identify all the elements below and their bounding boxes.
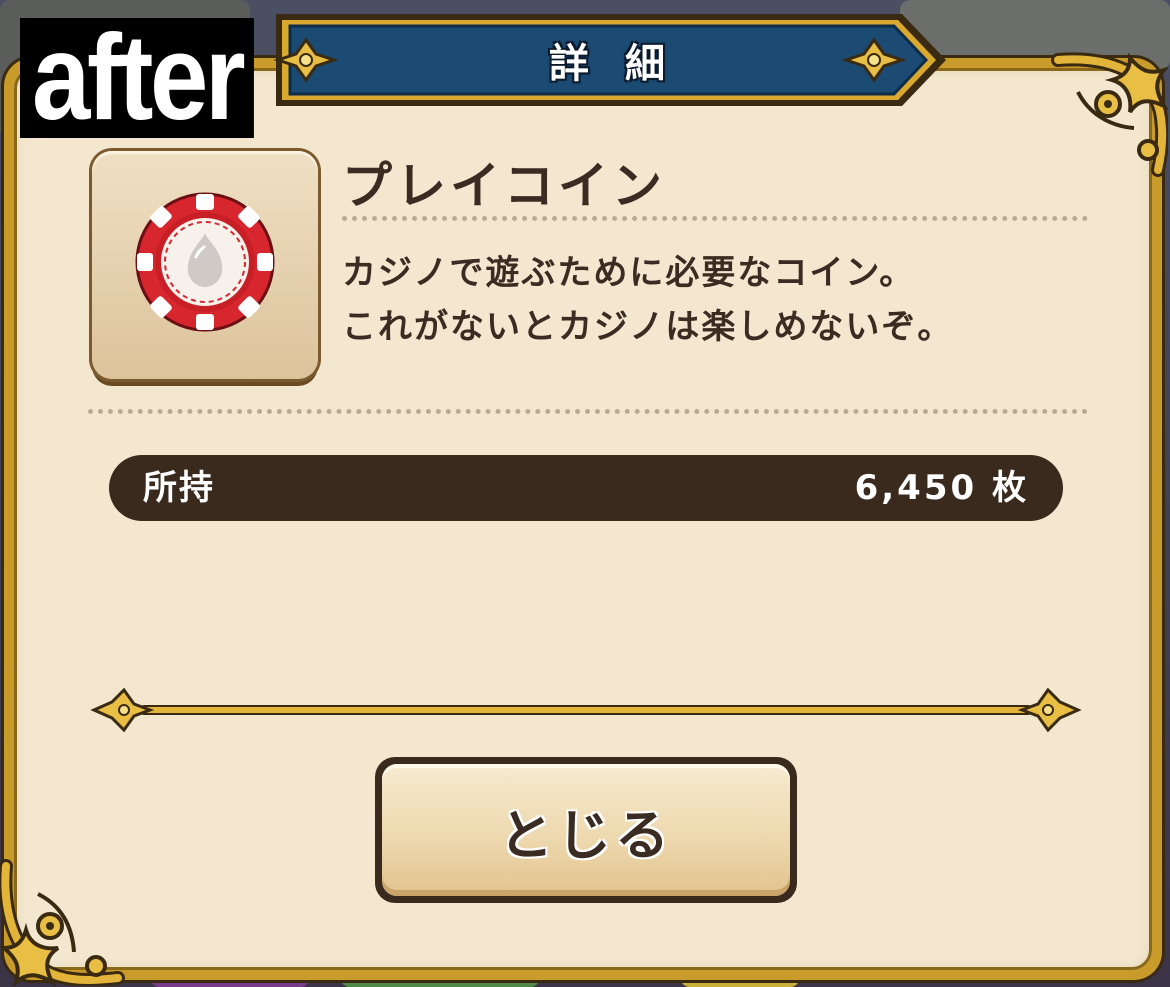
owned-label: 所持 — [143, 468, 215, 508]
description-line: これがないとカジノは楽しめないぞ。 — [342, 307, 954, 347]
dotted-divider — [342, 216, 1088, 221]
owned-value: 6,450 枚 — [854, 468, 1029, 508]
item-icon-frame — [92, 151, 318, 379]
item-description: カジノで遊ぶために必要なコイン。 これがないとカジノは楽しめないぞ。 — [342, 246, 953, 354]
item-name: プレイコイン — [342, 157, 666, 215]
casino-chip-icon — [135, 192, 275, 332]
ornamental-divider — [90, 687, 1082, 733]
ornament-corner-icon — [0, 859, 125, 986]
dialog-title: 詳細 — [549, 41, 701, 87]
description-line: カジノで遊ぶために必要なコイン。 — [342, 253, 916, 293]
ornament-corner-icon — [1051, 52, 1168, 177]
close-button[interactable]: とじる — [375, 757, 797, 903]
owned-count-bar: 所持 6,450 枚 — [109, 455, 1063, 521]
close-button-face[interactable]: とじる — [382, 764, 790, 896]
dotted-divider — [88, 409, 1088, 414]
game-screen: 詳細 after プレイコイン カジノで遊ぶために必要なコイン。 これがないとカ… — [0, 0, 1170, 987]
close-button-label: とじる — [499, 803, 673, 867]
after-overlay-label: after — [20, 16, 255, 138]
dialog-title-ribbon: 詳細 — [262, 8, 952, 112]
